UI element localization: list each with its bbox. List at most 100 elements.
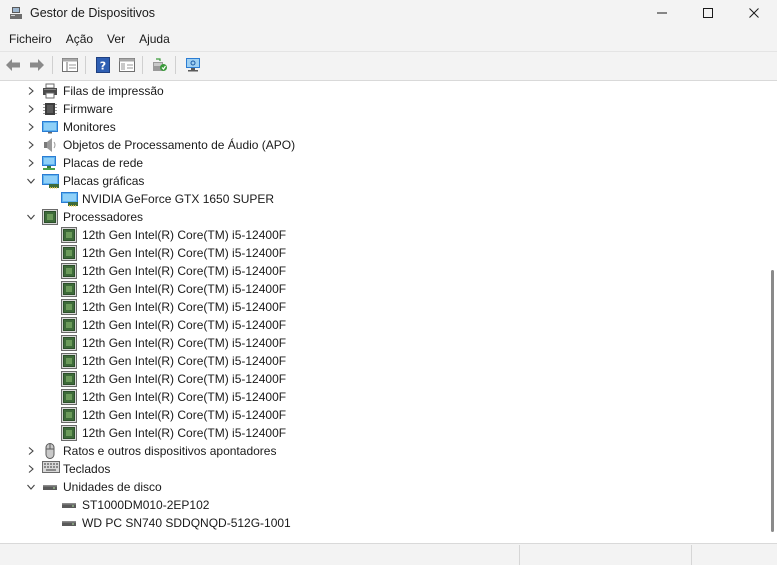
display-adapter-icon bbox=[61, 191, 78, 207]
chevron-right-icon[interactable] bbox=[25, 157, 37, 169]
tree-item-label: Placas de rede bbox=[63, 156, 144, 170]
tree-category-placas-de-rede[interactable]: Placas de rede bbox=[0, 154, 763, 172]
tree-device-item[interactable]: 12th Gen Intel(R) Core(TM) i5-12400F bbox=[0, 244, 763, 262]
window-controls bbox=[639, 0, 777, 26]
tree-item-label: Filas de impressão bbox=[63, 84, 164, 98]
chevron-right-icon[interactable] bbox=[25, 103, 37, 115]
tree-device-item[interactable]: ST1000DM010-2EP102 bbox=[0, 496, 763, 514]
tree-category-processadores[interactable]: Processadores bbox=[0, 208, 763, 226]
tree-category-placas-gr-ficas[interactable]: Placas gráficas bbox=[0, 172, 763, 190]
tree-device-item[interactable]: 12th Gen Intel(R) Core(TM) i5-12400F bbox=[0, 316, 763, 334]
toolbar-separator bbox=[175, 55, 176, 74]
chevron-right-icon[interactable] bbox=[25, 445, 37, 457]
tree-item-label: 12th Gen Intel(R) Core(TM) i5-12400F bbox=[82, 426, 287, 440]
tree-device-item[interactable]: 12th Gen Intel(R) Core(TM) i5-12400F bbox=[0, 370, 763, 388]
tree-item-label: Teclados bbox=[63, 462, 111, 476]
chevron-right-icon[interactable] bbox=[25, 463, 37, 475]
back-arrow-icon bbox=[6, 58, 20, 71]
tree-item-label: 12th Gen Intel(R) Core(TM) i5-12400F bbox=[82, 282, 287, 296]
menu-acao[interactable]: Ação bbox=[59, 28, 100, 50]
forward-button[interactable] bbox=[26, 55, 48, 75]
processor-icon bbox=[61, 389, 77, 405]
show-hide-console-tree-icon bbox=[119, 57, 135, 72]
close-button[interactable] bbox=[731, 0, 777, 26]
processor-icon bbox=[61, 299, 77, 315]
tree-item-label: 12th Gen Intel(R) Core(TM) i5-12400F bbox=[82, 372, 287, 386]
properties-view-button[interactable] bbox=[59, 55, 81, 75]
scrollbar-thumb[interactable] bbox=[771, 270, 774, 532]
tree-category-ratos-e-outros-dispositivos-apontadores[interactable]: Ratos e outros dispositivos apontadores bbox=[0, 442, 763, 460]
tree-category-teclados[interactable]: Teclados bbox=[0, 460, 763, 478]
processor-icon bbox=[61, 227, 77, 243]
processor-icon bbox=[61, 263, 77, 279]
tree-item-label: 12th Gen Intel(R) Core(TM) i5-12400F bbox=[82, 246, 287, 260]
tree-category-filas-de-impress-o[interactable]: Filas de impressão bbox=[0, 82, 763, 100]
chevron-right-icon[interactable] bbox=[25, 85, 37, 97]
tree-item-label: 12th Gen Intel(R) Core(TM) i5-12400F bbox=[82, 408, 287, 422]
maximize-button[interactable] bbox=[685, 0, 731, 26]
maximize-icon bbox=[703, 8, 713, 18]
tree-device-item[interactable]: NVIDIA GeForce GTX 1650 SUPER bbox=[0, 190, 763, 208]
device-manager-app-icon bbox=[9, 6, 23, 20]
show-hide-console-tree-button[interactable] bbox=[116, 55, 138, 75]
status-cell-secondary bbox=[520, 545, 692, 565]
tree-device-item[interactable]: 12th Gen Intel(R) Core(TM) i5-12400F bbox=[0, 424, 763, 442]
processor-icon bbox=[61, 245, 77, 261]
vertical-scrollbar[interactable] bbox=[768, 85, 774, 537]
window-title: Gestor de Dispositivos bbox=[30, 6, 156, 20]
disk-drive-icon bbox=[61, 497, 77, 513]
speaker-icon bbox=[42, 137, 58, 153]
tree-item-label: WD PC SN740 SDDQNQD-512G-1001 bbox=[82, 516, 291, 530]
chevron-down-icon[interactable] bbox=[25, 175, 37, 187]
tree-item-label: 12th Gen Intel(R) Core(TM) i5-12400F bbox=[82, 354, 287, 368]
tree-device-item[interactable]: 12th Gen Intel(R) Core(TM) i5-12400F bbox=[0, 226, 763, 244]
network-adapter-icon bbox=[42, 155, 58, 171]
tree-item-label: NVIDIA GeForce GTX 1650 SUPER bbox=[82, 192, 275, 206]
tree-item-label: 12th Gen Intel(R) Core(TM) i5-12400F bbox=[82, 336, 287, 350]
scan-hardware-button[interactable] bbox=[182, 55, 204, 75]
tree-item-label: Firmware bbox=[63, 102, 113, 116]
disk-drive-icon bbox=[42, 479, 58, 495]
tree-device-item[interactable]: WD PC SN740 SDDQNQD-512G-1001 bbox=[0, 514, 763, 532]
tree-device-item[interactable]: 12th Gen Intel(R) Core(TM) i5-12400F bbox=[0, 298, 763, 316]
title-bar: Gestor de Dispositivos bbox=[0, 0, 777, 26]
tree-category-objetos-de-processamento-de-udio-apo[interactable]: Objetos de Processamento de Áudio (APO) bbox=[0, 136, 763, 154]
minimize-button[interactable] bbox=[639, 0, 685, 26]
device-tree: Filas de impressão Firmware Monitores Objet… bbox=[0, 82, 763, 532]
tree-item-label: ST1000DM010-2EP102 bbox=[82, 498, 210, 512]
help-button[interactable]: ? bbox=[92, 55, 114, 75]
tree-item-label: Ratos e outros dispositivos apontadores bbox=[63, 444, 277, 458]
tree-device-item[interactable]: 12th Gen Intel(R) Core(TM) i5-12400F bbox=[0, 262, 763, 280]
toolbar-separator bbox=[142, 55, 143, 74]
tree-category-monitores[interactable]: Monitores bbox=[0, 118, 763, 136]
back-button[interactable] bbox=[2, 55, 24, 75]
chevron-down-icon[interactable] bbox=[25, 481, 37, 493]
tree-device-item[interactable]: 12th Gen Intel(R) Core(TM) i5-12400F bbox=[0, 352, 763, 370]
chevron-down-icon[interactable] bbox=[25, 211, 37, 223]
tree-device-item[interactable]: 12th Gen Intel(R) Core(TM) i5-12400F bbox=[0, 334, 763, 352]
tree-device-item[interactable]: 12th Gen Intel(R) Core(TM) i5-12400F bbox=[0, 388, 763, 406]
menu-ver[interactable]: Ver bbox=[100, 28, 132, 50]
keyboard-icon bbox=[42, 461, 60, 477]
menu-ajuda[interactable]: Ajuda bbox=[132, 28, 177, 50]
toolbar-separator bbox=[52, 55, 53, 74]
processor-icon bbox=[61, 371, 77, 387]
tree-device-item[interactable]: 12th Gen Intel(R) Core(TM) i5-12400F bbox=[0, 406, 763, 424]
chevron-right-icon[interactable] bbox=[25, 121, 37, 133]
update-driver-button[interactable] bbox=[149, 55, 171, 75]
tree-item-label: 12th Gen Intel(R) Core(TM) i5-12400F bbox=[82, 390, 287, 404]
update-driver-icon bbox=[153, 57, 167, 71]
processor-icon bbox=[61, 425, 77, 441]
tree-item-label: Objetos de Processamento de Áudio (APO) bbox=[63, 138, 296, 152]
printer-icon bbox=[42, 83, 58, 99]
mouse-icon bbox=[42, 443, 58, 459]
forward-arrow-icon bbox=[30, 58, 44, 71]
tree-device-item[interactable]: 12th Gen Intel(R) Core(TM) i5-12400F bbox=[0, 280, 763, 298]
tree-item-label: 12th Gen Intel(R) Core(TM) i5-12400F bbox=[82, 264, 287, 278]
tree-category-firmware[interactable]: Firmware bbox=[0, 100, 763, 118]
tree-category-unidades-de-disco[interactable]: Unidades de disco bbox=[0, 478, 763, 496]
processor-icon bbox=[61, 281, 77, 297]
menu-ficheiro[interactable]: Ficheiro bbox=[0, 28, 59, 50]
toolbar-separator bbox=[85, 55, 86, 74]
chevron-right-icon[interactable] bbox=[25, 139, 37, 151]
